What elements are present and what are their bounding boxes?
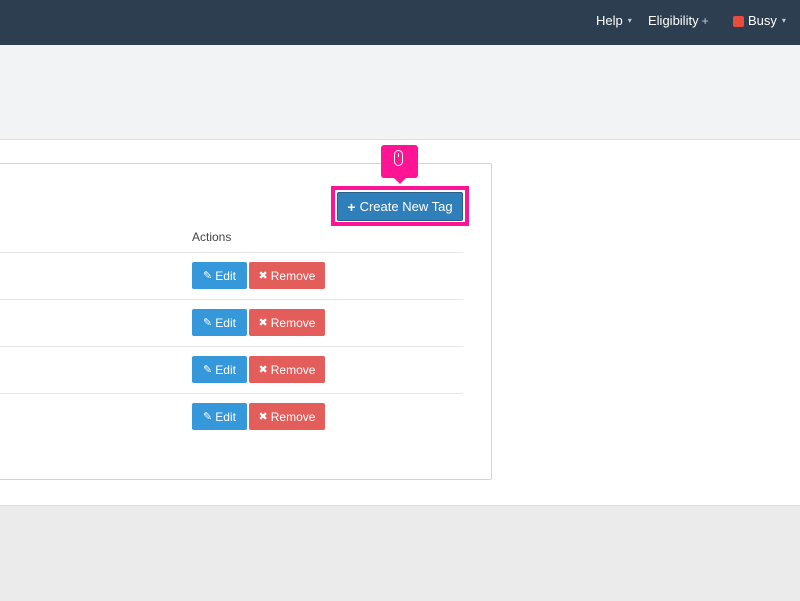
edit-icon: ✎ — [203, 270, 213, 282]
remove-label: Remove — [270, 268, 316, 283]
page-header — [0, 45, 800, 140]
plus-icon: + — [701, 14, 709, 28]
eligibility-menu-label: Eligibility — [648, 13, 699, 28]
edit-icon: ✎ — [203, 364, 213, 376]
status-label: Busy — [748, 13, 777, 28]
help-menu[interactable]: Help ▾ — [596, 13, 632, 29]
table-divider — [0, 393, 463, 394]
edit-icon: ✎ — [203, 411, 213, 423]
close-icon: ✖ — [258, 364, 268, 376]
status-indicator-icon — [733, 15, 744, 27]
close-icon: ✖ — [258, 270, 268, 282]
mouse-icon — [394, 150, 403, 166]
edit-button[interactable]: ✎ Edit — [192, 262, 247, 289]
create-new-tag-button[interactable]: + Create New Tag — [337, 192, 463, 221]
remove-button[interactable]: ✖ Remove — [249, 403, 325, 430]
remove-label: Remove — [270, 409, 316, 424]
caret-down-icon: ▾ — [627, 16, 632, 25]
edit-icon: ✎ — [203, 317, 213, 329]
page-footer — [0, 505, 800, 601]
edit-button[interactable]: ✎ Edit — [192, 356, 247, 383]
caret-down-icon: ▾ — [781, 16, 786, 25]
eligibility-menu[interactable]: Eligibility + — [648, 13, 709, 29]
edit-label: Edit — [215, 315, 236, 330]
create-new-tag-label: Create New Tag — [359, 199, 453, 214]
edit-label: Edit — [215, 362, 236, 377]
help-menu-label: Help — [596, 13, 623, 28]
table-divider — [0, 299, 463, 300]
edit-label: Edit — [215, 268, 236, 283]
close-icon: ✖ — [258, 317, 268, 329]
remove-button[interactable]: ✖ Remove — [249, 309, 325, 336]
remove-button[interactable]: ✖ Remove — [249, 262, 325, 289]
status-menu[interactable]: Busy ▾ — [733, 13, 786, 29]
plus-icon: + — [347, 198, 356, 215]
table-divider — [0, 252, 463, 253]
edit-button[interactable]: ✎ Edit — [192, 403, 247, 430]
remove-button[interactable]: ✖ Remove — [249, 356, 325, 383]
edit-button[interactable]: ✎ Edit — [192, 309, 247, 336]
top-navbar: Help ▾ Eligibility + Busy ▾ — [0, 0, 800, 45]
actions-column-header: Actions — [192, 230, 232, 244]
close-icon: ✖ — [258, 411, 268, 423]
table-divider — [0, 346, 463, 347]
remove-label: Remove — [270, 315, 316, 330]
edit-label: Edit — [215, 409, 236, 424]
remove-label: Remove — [270, 362, 316, 377]
